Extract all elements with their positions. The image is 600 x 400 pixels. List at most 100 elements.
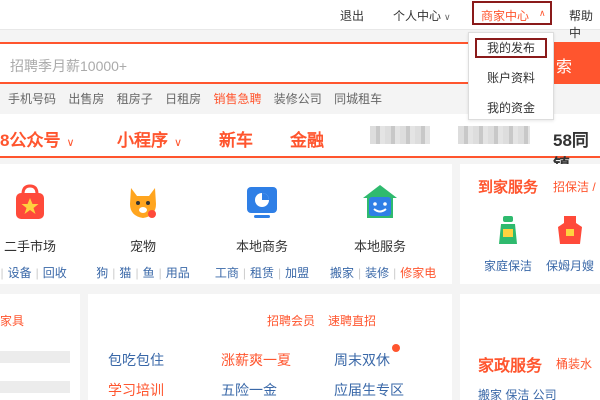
nav-label: 小程序 — [117, 131, 168, 150]
housekeeping-links[interactable]: 搬家 保洁 公司 — [478, 386, 557, 400]
category-pets[interactable]: 宠物 狗 | 猫 | 鱼 | 用品 — [93, 182, 193, 281]
category-sublink[interactable]: 用品 — [166, 266, 190, 280]
hot-link[interactable]: 同城租车 — [334, 92, 382, 106]
category-sublink[interactable]: 搬家 — [330, 266, 354, 280]
job-tag-link[interactable]: 学习培训 — [108, 380, 164, 400]
menu-item-my-posts[interactable]: 我的发布 — [469, 38, 553, 58]
apron-icon — [558, 216, 582, 244]
category-sublink[interactable]: 猫 — [119, 266, 131, 280]
category-name: 本地商务 — [235, 239, 288, 254]
separator: | — [393, 266, 397, 280]
service-nanny[interactable]: 保姆月嫂 — [538, 214, 600, 274]
category-local-services[interactable]: 本地服务 搬家 | 装修 | 修家电 — [330, 182, 436, 281]
shopping-bag-icon — [10, 182, 50, 222]
category-sublink[interactable]: 工商 — [215, 266, 239, 280]
category-sublinks: /|设备|回收 — [0, 264, 80, 281]
service-name: 家庭保洁 — [483, 259, 532, 273]
category-local-business[interactable]: 本地商务 工商 | 租赁 | 加盟 — [212, 182, 312, 281]
blurred-nav-item[interactable] — [370, 126, 430, 144]
job-tag-link[interactable]: 应届生专区 — [334, 380, 404, 400]
channel-nav: 8公众号∨ 小程序∨ 新车 金融 58同镇 — [0, 114, 600, 175]
housekeeping-tag[interactable]: 桶装水 — [556, 355, 592, 372]
chart-board-icon — [242, 182, 282, 222]
personal-center-label: 个人中心 — [393, 9, 442, 23]
placeholder-bar — [0, 351, 70, 363]
jobs-panel: 招聘会员 速聘直招 包吃包住 涨薪爽一夏 周末双休 学习培训 五险一金 应届生专… — [88, 294, 452, 400]
category-sublinks: 工商 | 租赁 | 加盟 — [212, 264, 312, 281]
menu-item-my-funds[interactable]: 我的资金 — [469, 99, 553, 116]
hot-link[interactable]: 手机号码 — [8, 92, 56, 106]
dog-icon — [123, 182, 163, 222]
category-name: 宠物 — [129, 239, 156, 254]
job-tag-link[interactable]: 五险一金 — [221, 380, 277, 400]
category-sublink[interactable]: 修家电 — [400, 266, 436, 280]
category-panel: 二手市场 /|设备|回收 宠物 狗|猫|鱼|用品 本地商务 工商|租赁|加盟 本… — [0, 164, 452, 284]
category-second-hand[interactable]: 二手市场 /|设备|回收 — [0, 182, 80, 281]
menu-item-label: 我的发布 — [475, 38, 547, 58]
category-sublink[interactable]: 装修 — [365, 266, 389, 280]
search-button-label: 索 — [556, 59, 573, 76]
merchant-center-menu[interactable]: 商家中心 ∧ — [472, 1, 552, 25]
separator: | — [0, 266, 4, 280]
furniture-panel: 家具 — [0, 294, 80, 400]
personal-center-menu[interactable]: 个人中心 ∨ — [393, 7, 451, 24]
jobs-top-link[interactable]: 招聘会员 — [267, 312, 315, 329]
placeholder-bar — [0, 381, 70, 393]
nav-official-account[interactable]: 8公众号 ∨ — [0, 126, 75, 151]
service-house-cleaning[interactable]: 家庭保洁 — [476, 214, 540, 274]
search-placeholder: 招聘季月薪10000+ — [10, 58, 128, 74]
hot-link[interactable]: 销售急聘 — [213, 92, 261, 106]
category-sublink[interactable]: 鱼 — [143, 266, 155, 280]
blurred-nav-item[interactable] — [458, 126, 530, 144]
merchant-center-label: 商家中心 — [481, 9, 530, 23]
house-smile-icon — [360, 182, 400, 222]
furniture-link[interactable]: 家具 — [0, 312, 24, 329]
separator: | — [278, 266, 282, 280]
category-sublinks: 搬家 | 装修 | 修家电 — [330, 264, 436, 281]
spray-bottle-icon — [499, 216, 517, 244]
service-name: 保姆月嫂 — [545, 259, 594, 273]
category-sublink[interactable]: 加盟 — [285, 266, 309, 280]
job-tag-link[interactable]: 涨薪爽一夏 — [221, 350, 291, 370]
nav-finance[interactable]: 金融 — [290, 126, 324, 151]
housekeeping-panel: 家政服务 桶装水 搬家 保洁 公司 — [460, 294, 600, 400]
home-service-tag[interactable]: 招保洁 / — [553, 178, 596, 195]
home-service-title[interactable]: 到家服务 — [478, 176, 538, 197]
chevron-down-icon: ∨ — [66, 137, 75, 149]
chevron-down-icon: ∨ — [444, 12, 451, 22]
category-sublink[interactable]: 设备 — [8, 266, 32, 280]
housekeeping-title[interactable]: 家政服务 — [478, 352, 542, 376]
job-tag-link[interactable]: 周末双休 — [334, 350, 390, 370]
separator: | — [112, 266, 116, 280]
hot-link[interactable]: 装修公司 — [274, 92, 322, 106]
separator: | — [242, 266, 246, 280]
chevron-down-icon: ∨ — [174, 137, 183, 149]
nav-mini-program[interactable]: 小程序 ∨ — [117, 126, 182, 151]
category-sublinks: 狗 | 猫 | 鱼 | 用品 — [93, 264, 193, 281]
category-sublink[interactable]: 回收 — [43, 266, 67, 280]
chevron-up-icon: ∧ — [539, 8, 546, 18]
separator: | — [158, 266, 162, 280]
search-input[interactable]: 招聘季月薪10000+ — [0, 42, 540, 84]
home-service-panel: 到家服务 招保洁 / 家庭保洁 保姆月嫂 — [460, 164, 600, 284]
hot-link[interactable]: 日租房 — [165, 92, 201, 106]
separator: | — [35, 266, 39, 280]
help-center-link[interactable]: 帮助中 — [569, 7, 600, 41]
hot-link[interactable]: 租房子 — [117, 92, 153, 106]
hot-link[interactable]: 出售房 — [68, 92, 104, 106]
job-tag-link[interactable]: 包吃包住 — [108, 350, 164, 370]
nav-new-car[interactable]: 新车 — [219, 126, 253, 151]
separator: | — [135, 266, 139, 280]
logout-link[interactable]: 退出 — [340, 7, 364, 24]
separator: | — [358, 266, 362, 280]
hot-links: 手机号码 出售房 租房子 日租房 销售急聘 装修公司 同城租车 — [8, 90, 391, 107]
jobs-top-link[interactable]: 速聘直招 — [328, 312, 376, 329]
merchant-dropdown: 我的发布 账户资料 我的资金 — [468, 32, 554, 120]
menu-item-account-info[interactable]: 账户资料 — [469, 69, 553, 86]
category-name: 本地服务 — [353, 239, 406, 254]
top-bar: 退出 个人中心 ∨ 商家中心 ∧ 帮助中 — [0, 0, 600, 40]
category-sublink[interactable]: 狗 — [96, 266, 108, 280]
new-dot-badge — [392, 344, 400, 352]
category-name: 二手市场 — [3, 239, 56, 254]
category-sublink[interactable]: 租赁 — [250, 266, 274, 280]
